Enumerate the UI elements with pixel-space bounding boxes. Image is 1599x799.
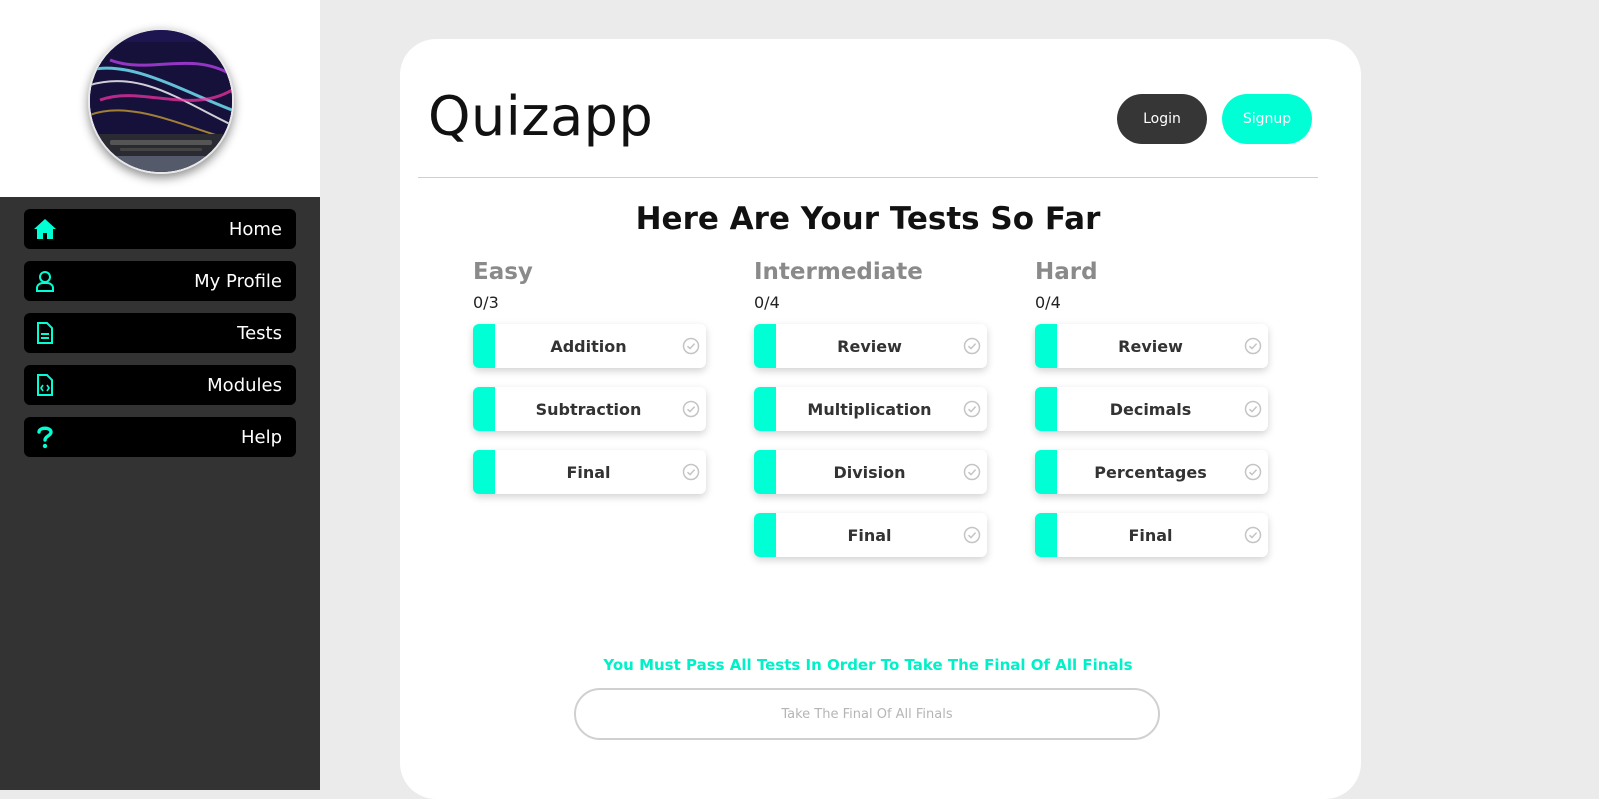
final-of-finals-button[interactable]: Take The Final Of All Finals <box>574 688 1160 740</box>
test-card-subtraction[interactable]: Subtraction <box>473 387 706 431</box>
sidebar-nav: Home My Profile Tests Modules Help <box>24 209 296 469</box>
test-accent <box>1035 450 1057 494</box>
test-label: Decimals <box>1109 399 1192 419</box>
sidebar-header <box>0 0 320 197</box>
sidebar-item-label: Tests <box>237 322 282 344</box>
question-icon <box>32 424 58 450</box>
test-label: Subtraction <box>535 399 642 419</box>
sidebar-item-my-profile[interactable]: My Profile <box>24 261 296 301</box>
test-label: Final <box>1128 525 1173 545</box>
check-circle-icon <box>963 526 981 544</box>
column-title: Hard <box>1035 259 1098 285</box>
test-label: Percentages <box>1094 462 1207 482</box>
test-card-review[interactable]: Review <box>754 324 987 368</box>
sidebar-item-label: Help <box>240 426 282 448</box>
test-accent <box>754 450 776 494</box>
check-circle-icon <box>1244 400 1262 418</box>
code-file-icon <box>32 372 58 398</box>
page-title: Here Are Your Tests So Far <box>635 201 1101 237</box>
check-circle-icon <box>682 337 700 355</box>
test-label: Final <box>566 462 611 482</box>
test-accent <box>754 387 776 431</box>
sidebar-item-label: Home <box>228 218 282 240</box>
column-intermediate: Intermediate 0/4 Review Multiplication D… <box>754 259 987 576</box>
test-label: Final <box>847 525 892 545</box>
test-accent <box>473 450 495 494</box>
check-circle-icon <box>1244 337 1262 355</box>
sidebar-item-modules[interactable]: Modules <box>24 365 296 405</box>
column-count: 0/4 <box>754 293 780 312</box>
test-accent <box>1035 324 1057 368</box>
sidebar-item-tests[interactable]: Tests <box>24 313 296 353</box>
test-label: Multiplication <box>807 399 932 419</box>
test-card-final[interactable]: Final <box>754 513 987 557</box>
test-label: Review <box>837 336 902 356</box>
home-icon <box>32 216 58 242</box>
check-circle-icon <box>1244 526 1262 544</box>
document-icon <box>32 320 58 346</box>
test-card-review[interactable]: Review <box>1035 324 1268 368</box>
column-hard: Hard 0/4 Review Decimals Percentages Fin… <box>1035 259 1268 576</box>
test-accent <box>754 324 776 368</box>
test-card-final[interactable]: Final <box>1035 513 1268 557</box>
login-button[interactable]: Login <box>1117 94 1207 144</box>
test-card-multiplication[interactable]: Multiplication <box>754 387 987 431</box>
final-notice: You Must Pass All Tests In Order To Take… <box>603 656 1133 674</box>
sidebar-item-label: My Profile <box>194 270 282 292</box>
column-easy: Easy 0/3 Addition Subtraction Final <box>473 259 706 513</box>
test-accent <box>1035 387 1057 431</box>
test-card-addition[interactable]: Addition <box>473 324 706 368</box>
sidebar-item-home[interactable]: Home <box>24 209 296 249</box>
header-divider <box>418 177 1318 178</box>
test-accent <box>754 513 776 557</box>
test-label: Review <box>1118 336 1183 356</box>
laptop-photo-icon <box>90 30 232 172</box>
test-card-decimals[interactable]: Decimals <box>1035 387 1268 431</box>
test-card-percentages[interactable]: Percentages <box>1035 450 1268 494</box>
test-accent <box>473 387 495 431</box>
brand-title: Quizapp <box>428 85 654 148</box>
test-label: Division <box>833 462 906 482</box>
check-circle-icon <box>963 400 981 418</box>
check-circle-icon <box>963 463 981 481</box>
test-card-division[interactable]: Division <box>754 450 987 494</box>
sidebar-item-help[interactable]: Help <box>24 417 296 457</box>
main-card: Quizapp Login Signup Here Are Your Tests… <box>400 39 1361 799</box>
signup-button[interactable]: Signup <box>1222 94 1312 144</box>
test-accent <box>473 324 495 368</box>
column-title: Easy <box>473 259 533 285</box>
sidebar: Home My Profile Tests Modules Help <box>0 0 320 790</box>
check-circle-icon <box>682 400 700 418</box>
check-circle-icon <box>1244 463 1262 481</box>
check-circle-icon <box>682 463 700 481</box>
column-count: 0/4 <box>1035 293 1061 312</box>
test-card-final[interactable]: Final <box>473 450 706 494</box>
check-circle-icon <box>963 337 981 355</box>
user-icon <box>32 268 58 294</box>
column-count: 0/3 <box>473 293 499 312</box>
sidebar-item-label: Modules <box>207 374 282 396</box>
test-label: Addition <box>550 336 627 356</box>
avatar <box>88 28 234 174</box>
column-title: Intermediate <box>754 259 923 285</box>
test-accent <box>1035 513 1057 557</box>
